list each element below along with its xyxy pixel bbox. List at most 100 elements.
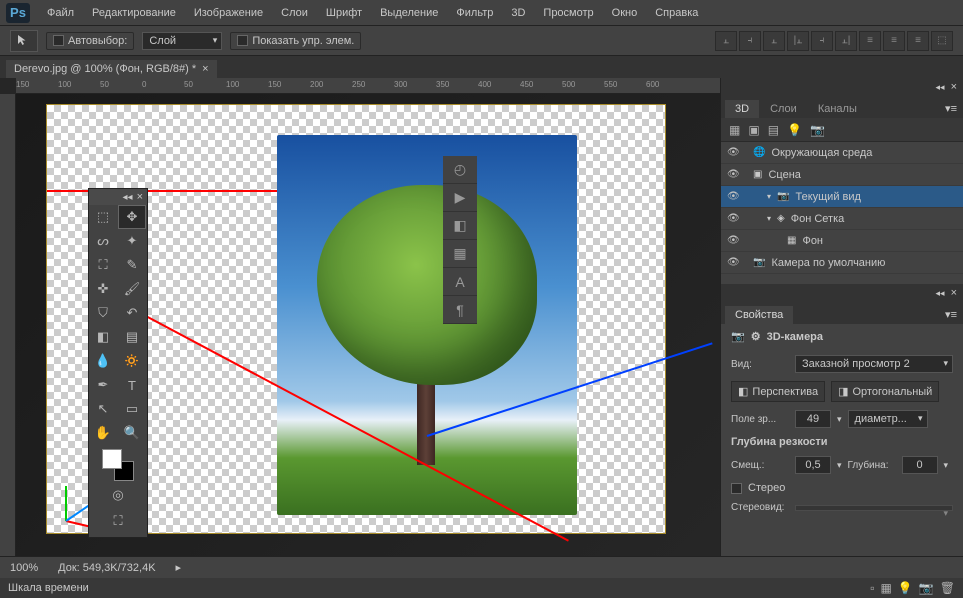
screenmode-tool-icon[interactable]: ⛶ [104, 509, 132, 533]
hand-tool-icon[interactable]: ✋ [89, 421, 117, 445]
depth-input[interactable]: 0 [902, 456, 938, 474]
align-top-icon[interactable]: ⫠ [715, 31, 737, 51]
document-tab[interactable]: Derevo.jpg @ 100% (Фон, RGB/8#) * × [6, 60, 217, 78]
crop-tool-icon[interactable]: ⛶ [89, 253, 117, 277]
orthogonal-button[interactable]: ◨Ортогональный [831, 381, 939, 402]
autoselect-target-dropdown[interactable]: Слой [142, 32, 222, 50]
panel-menu-icon[interactable]: ▾≡ [939, 99, 963, 118]
history-brush-tool-icon[interactable]: ↶ [118, 301, 146, 325]
type-tool-icon[interactable]: T [118, 373, 146, 397]
filter-camera-icon[interactable]: 📷 [810, 123, 825, 137]
close-icon[interactable]: × [137, 191, 143, 203]
lasso-tool-icon[interactable]: ᔕ [89, 229, 117, 253]
pen-tool-icon[interactable]: ✒ [89, 373, 117, 397]
trash-icon[interactable]: 🗑 [940, 581, 955, 595]
stamp-tool-icon[interactable]: ⛉ [89, 301, 117, 325]
move-tool-icon[interactable] [10, 30, 38, 52]
collapse-icon[interactable]: ◂◂ [936, 82, 945, 93]
camera-icon[interactable]: 📷 [919, 581, 934, 595]
dock-swatches-icon[interactable]: ▦ [443, 240, 477, 268]
visibility-eye-icon[interactable]: 👁 [727, 147, 741, 158]
distribute-3-icon[interactable]: ≡ [907, 31, 929, 51]
chevron-down-icon[interactable]: ▾ [944, 460, 949, 471]
path-select-tool-icon[interactable]: ↖ [89, 397, 117, 421]
light-icon[interactable]: 💡 [898, 581, 913, 595]
marquee-tool-icon[interactable]: ⬚ [89, 205, 117, 229]
zoom-level[interactable]: 100% [10, 562, 38, 574]
dock-char-icon[interactable]: A [443, 268, 477, 296]
chevron-right-icon[interactable]: ▸ [176, 561, 182, 574]
visibility-eye-icon[interactable]: 👁 [727, 169, 741, 180]
offset-input[interactable]: 0,5 [795, 456, 831, 474]
tab-layers[interactable]: Слои [760, 100, 807, 118]
scene-item[interactable]: 👁▾📷Текущий вид [721, 186, 963, 208]
panel-menu-icon[interactable]: ▾≡ [939, 305, 963, 324]
new-icon[interactable]: ▫ [870, 581, 874, 595]
tools-panel-header[interactable]: ◂◂ × [89, 189, 147, 205]
render-icon[interactable]: ▦ [881, 581, 892, 595]
tab-3d[interactable]: 3D [725, 100, 759, 118]
tab-channels[interactable]: Каналы [808, 100, 867, 118]
tab-properties[interactable]: Свойства [725, 306, 793, 324]
align-left-icon[interactable]: |⫠ [787, 31, 809, 51]
align-right-icon[interactable]: ⫠| [835, 31, 857, 51]
zoom-tool-icon[interactable]: 🔍 [118, 421, 146, 445]
menu-3d[interactable]: 3D [502, 3, 534, 23]
collapse-icon[interactable]: ◂◂ [123, 192, 133, 203]
menu-select[interactable]: Выделение [371, 3, 447, 23]
shape-tool-icon[interactable]: ▭ [118, 397, 146, 421]
perspective-button[interactable]: ◧Перспектива [731, 381, 825, 402]
expand-icon[interactable]: ▾ [767, 192, 771, 201]
distribute-2-icon[interactable]: ≡ [883, 31, 905, 51]
move-tool-icon[interactable]: ✥ [118, 205, 146, 229]
brush-tool-icon[interactable]: 🖌 [118, 277, 146, 301]
dock-color-icon[interactable]: ◧ [443, 212, 477, 240]
fov-unit-dropdown[interactable]: диаметр... [848, 410, 928, 428]
view-dropdown[interactable]: Заказной просмотр 2 [795, 355, 953, 373]
collapse-icon[interactable]: ◂◂ [936, 288, 945, 299]
eyedropper-tool-icon[interactable]: ✎ [118, 253, 146, 277]
scene-item[interactable]: 👁▣Сцена [721, 164, 963, 186]
quickmask-tool-icon[interactable]: ◎ [104, 483, 132, 507]
scene-item[interactable]: 👁▦Фон [721, 230, 963, 252]
dodge-tool-icon[interactable]: 🔅 [118, 349, 146, 373]
autoselect-checkbox[interactable]: Автовыбор: [46, 32, 134, 50]
scene-item[interactable]: 👁▾◈Фон Сетка [721, 208, 963, 230]
doc-size-info[interactable]: Док: 549,3K/732,4K [58, 562, 155, 574]
filter-material-icon[interactable]: ▤ [768, 123, 779, 137]
filter-light-icon[interactable]: 💡 [787, 123, 802, 137]
align-bottom-icon[interactable]: ⫠ [763, 31, 785, 51]
ruler-vertical[interactable] [0, 94, 16, 556]
dock-actions-icon[interactable]: ▶ [443, 184, 477, 212]
color-swatches[interactable] [102, 449, 134, 481]
menu-type[interactable]: Шрифт [317, 3, 371, 23]
dock-history-icon[interactable]: ◴ [443, 156, 477, 184]
menu-layers[interactable]: Слои [272, 3, 317, 23]
fov-input[interactable]: 49 [795, 410, 831, 428]
close-icon[interactable]: × [951, 81, 957, 93]
menu-file[interactable]: Файл [38, 3, 83, 23]
visibility-eye-icon[interactable]: 👁 [727, 213, 741, 224]
close-tab-icon[interactable]: × [202, 63, 208, 75]
visibility-eye-icon[interactable]: 👁 [727, 257, 741, 268]
chevron-down-icon[interactable]: ▾ [837, 460, 842, 471]
heal-tool-icon[interactable]: ✜ [89, 277, 117, 301]
chevron-down-icon[interactable]: ▾ [837, 414, 842, 425]
align-vmid-icon[interactable]: ⫞ [739, 31, 761, 51]
align-hmid-icon[interactable]: ⫞ [811, 31, 833, 51]
timeline-tab[interactable]: Шкала времени [8, 582, 89, 594]
menu-filter[interactable]: Фильтр [447, 3, 502, 23]
ruler-horizontal[interactable]: 1501005005010015020025030035040045050055… [16, 78, 720, 94]
3d-mode-icon[interactable]: ⬚ [931, 31, 953, 51]
menu-edit[interactable]: Редактирование [83, 3, 185, 23]
gradient-tool-icon[interactable]: ▤ [118, 325, 146, 349]
visibility-eye-icon[interactable]: 👁 [727, 191, 741, 202]
fg-color-swatch[interactable] [102, 449, 122, 469]
wand-tool-icon[interactable]: ✦ [118, 229, 146, 253]
menu-help[interactable]: Справка [646, 3, 707, 23]
visibility-eye-icon[interactable]: 👁 [727, 235, 741, 246]
menu-image[interactable]: Изображение [185, 3, 272, 23]
scene-item[interactable]: 👁📷Камера по умолчанию [721, 252, 963, 274]
dock-para-icon[interactable]: ¶ [443, 296, 477, 324]
close-icon[interactable]: × [951, 287, 957, 299]
